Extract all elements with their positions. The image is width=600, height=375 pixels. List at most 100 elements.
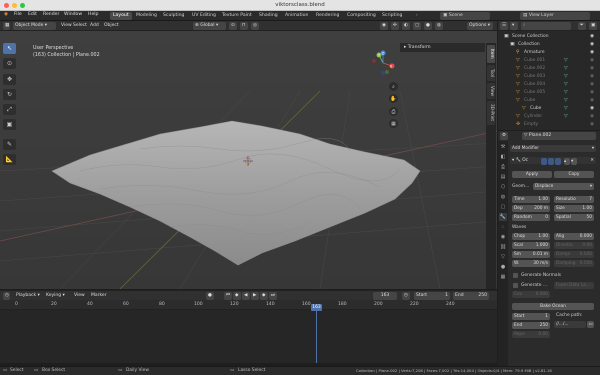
tab-sculpting[interactable]: Sculpting [160,12,187,20]
rotate-tool-icon[interactable]: ↻ [3,89,16,100]
outliner-row[interactable]: ▽ Cube.003 ▽ ◉ [498,73,600,80]
jump-keyframe-back-icon[interactable]: ◆ [233,292,241,300]
tab-compositing[interactable]: Compositing [344,12,379,20]
visibility-eye-icon[interactable]: ◉ [590,41,594,48]
frame-end-field[interactable]: End 250 [453,292,489,300]
tab-animation[interactable]: Animation [282,12,311,20]
transform-tool-icon[interactable]: ▣ [3,119,16,130]
object-settings-icon[interactable]: ▢ [499,203,507,211]
current-frame-field[interactable]: 163 [373,292,397,300]
apply-button[interactable]: Apply [512,171,552,178]
menu-keying[interactable]: Keying ▾ [44,292,67,300]
editmode-toggle-icon[interactable] [555,158,561,165]
menu-render[interactable]: Render [43,12,59,17]
output-settings-icon[interactable]: ⎙ [499,163,507,171]
resolution-field[interactable]: Resolutio 7 [554,196,594,203]
tab-view[interactable]: View [487,83,495,99]
pivot-icon[interactable]: ⊙ [229,22,237,30]
annotate-tool-icon[interactable]: ✎ [3,139,16,150]
random-field[interactable]: Random 0 [512,214,550,221]
tab-tool[interactable]: Tool [487,65,495,81]
editor-type-icon[interactable]: ▦ [3,22,10,30]
smallest-wave-field[interactable]: Sm 0.01 m [512,251,550,258]
camera-view-icon[interactable]: ⎙ [389,107,398,116]
scene-selector[interactable]: ▣ Scene [440,12,490,20]
menu-edit[interactable]: Edit [28,12,37,17]
realtime-toggle-icon[interactable] [541,158,547,165]
choppiness-field[interactable]: Chop 1.00 [512,233,550,240]
jump-end-icon[interactable]: ⏭ [269,292,277,300]
scale-tool-icon[interactable]: ⤢ [3,104,16,115]
menu-timeline-view[interactable]: View [72,292,87,300]
visibility-eye-icon[interactable]: ◉ [590,33,594,40]
menu-window[interactable]: Window [64,12,82,17]
visibility-eye-icon[interactable]: ◉ [590,105,594,112]
filter-icon[interactable]: ⏷ [578,22,586,30]
size-field[interactable]: Size 1.00 [554,205,594,212]
visibility-eye-icon[interactable]: ◉ [590,57,594,64]
blender-logo-icon[interactable]: ◉ [4,12,8,17]
display-mode-icon[interactable]: ▾ [510,22,518,30]
menu-playback[interactable]: Playback ▾ [14,292,42,300]
visibility-eye-icon[interactable]: ◉ [590,73,594,80]
menu-select[interactable]: Select [71,22,89,30]
outliner-row[interactable]: ▣ Collection ◉ [498,41,600,48]
render-settings-icon[interactable]: ◧ [499,153,507,161]
overlay-toggle-icon[interactable]: ◐ [402,22,410,30]
visibility-eye-icon[interactable]: ◉ [590,89,594,96]
outliner-row[interactable]: ▣ Scene Collection ◉ [498,33,600,40]
gizmo-toggle-icon[interactable]: ✣ [391,22,399,30]
xray-toggle-icon[interactable]: ▢ [413,22,421,30]
tool-settings-icon[interactable]: ⚒ [499,143,507,151]
visibility-icon[interactable]: ◉ [380,22,388,30]
outliner-row[interactable]: ✣ Empty ◉ [498,121,600,128]
outliner[interactable]: ▣ Scene Collection ◉ ▣ Collection ◉ ⚲ Armature ◉… [498,31,600,130]
wind-velocity-field[interactable]: W. 30 m/s [512,260,550,267]
jump-keyframe-forward-icon[interactable]: ◆ [260,292,268,300]
outliner-row[interactable]: ▽ Cube ▽ ◉ [498,105,600,112]
pan-icon[interactable]: ✋ [389,94,398,103]
menu-file[interactable]: File [14,12,22,17]
outliner-row[interactable]: ▽ Cylinder ▽ ◉ [498,113,600,120]
chevron-right-icon[interactable]: › [413,12,421,20]
outliner-row[interactable]: ▽ Cube ▽ ◉ [498,97,600,104]
tab-modeling[interactable]: Modeling [133,12,160,20]
geometry-dropdown[interactable]: Displace ▾ [533,183,594,190]
outliner-row[interactable]: ▽ Cube.002 ▽ ◉ [498,65,600,72]
object-name-field[interactable]: ▽ Plane.002 [522,132,596,140]
move-down-icon[interactable]: ▾ [571,158,577,165]
frame-ruler[interactable]: 0 20 40 60 80 100 120 140 160 180 200 22… [0,300,497,310]
tab-texture-paint[interactable]: Texture Paint [219,12,255,20]
outliner-row[interactable]: ▽ Cube.005 ▽ ◉ [498,89,600,96]
play-reverse-icon[interactable]: ◀ [242,292,250,300]
visibility-eye-icon[interactable]: ◉ [590,49,594,56]
orientation-selector[interactable]: ⊕ Global ▾ [193,22,226,30]
modifier-settings-icon[interactable]: 🔧 [499,213,507,221]
world-settings-icon[interactable]: ◍ [499,193,507,201]
outliner-search-input[interactable]: ⌕ [521,22,571,30]
close-icon[interactable]: ✕ [590,157,594,164]
tab-layout[interactable]: Layout [110,12,132,20]
tab-item[interactable]: Item [487,45,495,63]
outliner-row[interactable]: ▽ Cube.001 ▽ ◉ [498,57,600,64]
menu-object[interactable]: Object [102,22,121,30]
navigation-gizmo[interactable]: X Y Z [368,48,398,78]
proportional-edit-icon[interactable]: ◎ [251,22,259,30]
add-modifier-dropdown[interactable]: Add Modifier ▾ [510,145,596,152]
visibility-eye-icon[interactable]: ◉ [590,65,594,72]
properties-editor-icon[interactable]: ⚙ [500,132,508,140]
3d-viewport[interactable] [0,31,497,289]
clock-icon[interactable]: ◷ [3,292,10,300]
constraints-settings-icon[interactable]: ⛓ [499,243,507,251]
perspective-toggle-icon[interactable]: ▦ [389,119,398,128]
visibility-eye-icon[interactable]: ◉ [590,121,594,128]
shading-material-icon[interactable]: ◍ [435,22,443,30]
new-collection-icon[interactable]: ▣ [589,22,597,30]
outliner-row[interactable]: ⚲ Armature ◉ [498,49,600,56]
clock-sync-icon[interactable]: ◷ [402,292,410,300]
material-settings-icon[interactable]: ● [499,263,507,271]
tab-3d-print[interactable]: 3D-Print [487,101,495,125]
spatial-size-field[interactable]: Spatial 50 [554,214,594,221]
visibility-eye-icon[interactable]: ◉ [590,81,594,88]
cursor-tool-icon[interactable]: ⊙ [3,58,16,69]
